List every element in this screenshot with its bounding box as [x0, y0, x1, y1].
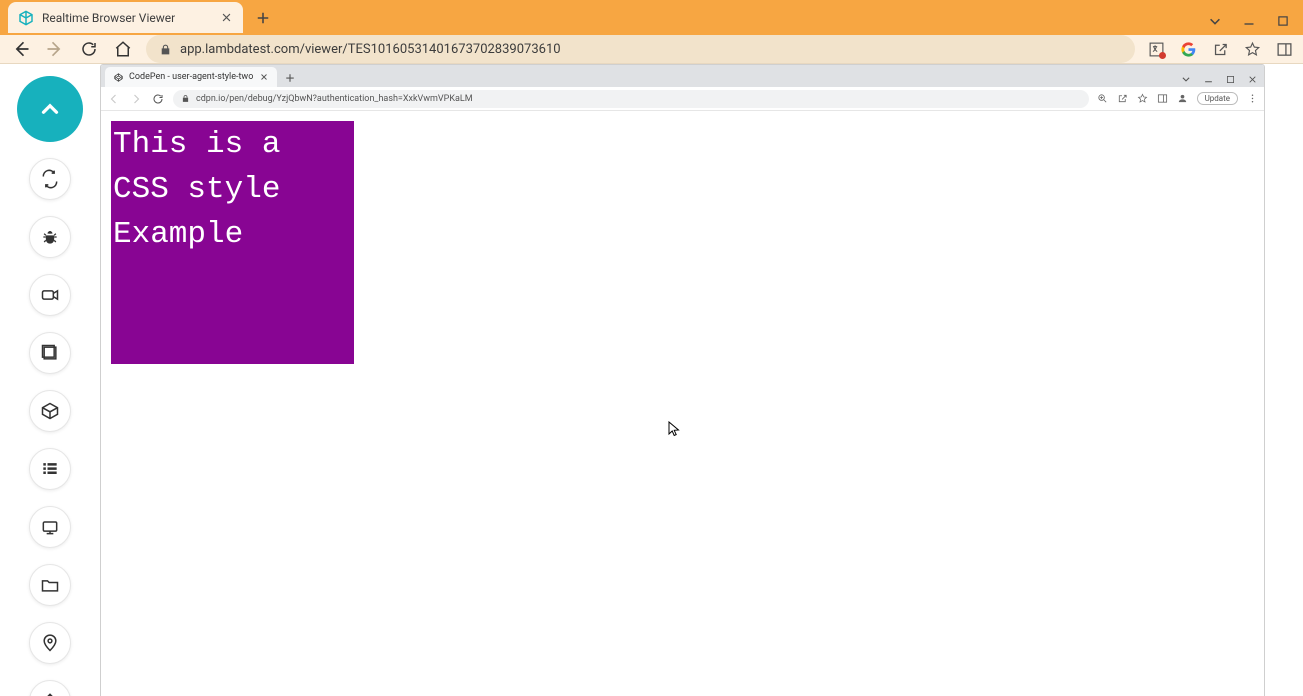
- outer-toolbar: app.lambdatest.com/viewer/TES10160531401…: [0, 35, 1303, 64]
- switch-button[interactable]: [29, 158, 71, 200]
- location-button[interactable]: [29, 622, 71, 664]
- star-icon[interactable]: [1137, 93, 1149, 105]
- menu-icon[interactable]: [1246, 93, 1258, 105]
- inner-new-tab-button[interactable]: [281, 69, 299, 87]
- inner-browser-window: CodePen - user-agent-style-two: [100, 64, 1265, 696]
- update-button[interactable]: Update: [1197, 92, 1238, 105]
- inner-tabbar: CodePen - user-agent-style-two: [101, 65, 1264, 87]
- layout-button[interactable]: [29, 448, 71, 490]
- translate-icon[interactable]: [1147, 40, 1165, 58]
- close-icon[interactable]: [1246, 73, 1258, 85]
- inner-reload-button[interactable]: [151, 92, 165, 106]
- inner-window-controls: [1180, 73, 1264, 87]
- google-icon[interactable]: [1179, 40, 1197, 58]
- outer-titlebar: Realtime Browser Viewer: [0, 0, 1303, 35]
- inner-tab-title: CodePen - user-agent-style-two: [129, 72, 253, 82]
- chevron-down-icon[interactable]: [1207, 13, 1223, 29]
- minimize-icon[interactable]: [1202, 73, 1214, 85]
- codepen-favicon-icon: [113, 72, 123, 82]
- profile-icon[interactable]: [1177, 93, 1189, 105]
- back-button[interactable]: [10, 38, 32, 60]
- inner-toolbar: cdpn.io/pen/debug/YzjQbwN?authentication…: [101, 87, 1264, 111]
- sidepanel-icon[interactable]: [1275, 40, 1293, 58]
- screenshot-button[interactable]: [29, 332, 71, 374]
- inner-url-text: cdpn.io/pen/debug/YzjQbwN?authentication…: [196, 94, 473, 104]
- bug-button[interactable]: [29, 216, 71, 258]
- minimize-icon[interactable]: [1241, 13, 1257, 29]
- collapse-sidebar-button[interactable]: [17, 76, 83, 142]
- home-button[interactable]: [112, 38, 134, 60]
- inner-viewport: This is a CSS style Example: [101, 111, 1264, 696]
- zoom-icon[interactable]: [1097, 93, 1109, 105]
- reload-button[interactable]: [78, 38, 100, 60]
- css-example-box: This is a CSS style Example: [111, 121, 354, 364]
- outer-tab-active[interactable]: Realtime Browser Viewer: [8, 2, 243, 33]
- outer-tabstrip: Realtime Browser Viewer: [0, 0, 1207, 35]
- inner-forward-button[interactable]: [129, 92, 143, 106]
- maximize-icon[interactable]: [1224, 73, 1236, 85]
- outer-window-controls: [1207, 13, 1303, 35]
- lock-icon: [181, 94, 190, 103]
- outer-address-bar[interactable]: app.lambdatest.com/viewer/TES10160531401…: [146, 35, 1135, 63]
- inner-toolbar-right: Update: [1097, 92, 1258, 105]
- files-button[interactable]: [29, 564, 71, 606]
- network-button[interactable]: [29, 506, 71, 548]
- forward-button[interactable]: [44, 38, 66, 60]
- new-tab-button[interactable]: [249, 4, 277, 32]
- close-icon[interactable]: [259, 72, 269, 82]
- lambdatest-favicon-icon: [18, 10, 34, 26]
- package-button[interactable]: [29, 390, 71, 432]
- outer-toolbar-right: [1147, 40, 1293, 58]
- record-button[interactable]: [29, 274, 71, 316]
- lambdatest-sidebar: [0, 64, 100, 696]
- lock-icon: [158, 42, 172, 56]
- inner-area: CodePen - user-agent-style-two: [100, 64, 1303, 696]
- chevron-down-icon[interactable]: [1180, 73, 1192, 85]
- close-icon[interactable]: [219, 11, 233, 25]
- upload-button[interactable]: [29, 680, 71, 696]
- share-icon[interactable]: [1117, 93, 1129, 105]
- share-icon[interactable]: [1211, 40, 1229, 58]
- inner-back-button[interactable]: [107, 92, 121, 106]
- sidepanel-icon[interactable]: [1157, 93, 1169, 105]
- star-icon[interactable]: [1243, 40, 1261, 58]
- outer-tab-title: Realtime Browser Viewer: [42, 11, 211, 25]
- maximize-icon[interactable]: [1275, 13, 1291, 29]
- inner-tab-active[interactable]: CodePen - user-agent-style-two: [105, 67, 277, 87]
- outer-url-text: app.lambdatest.com/viewer/TES10160531401…: [180, 42, 561, 57]
- outer-content: CodePen - user-agent-style-two: [0, 64, 1303, 696]
- inner-address-bar[interactable]: cdpn.io/pen/debug/YzjQbwN?authentication…: [173, 90, 1089, 108]
- outer-browser-window: Realtime Browser Viewer app.lambdatest.c…: [0, 0, 1303, 696]
